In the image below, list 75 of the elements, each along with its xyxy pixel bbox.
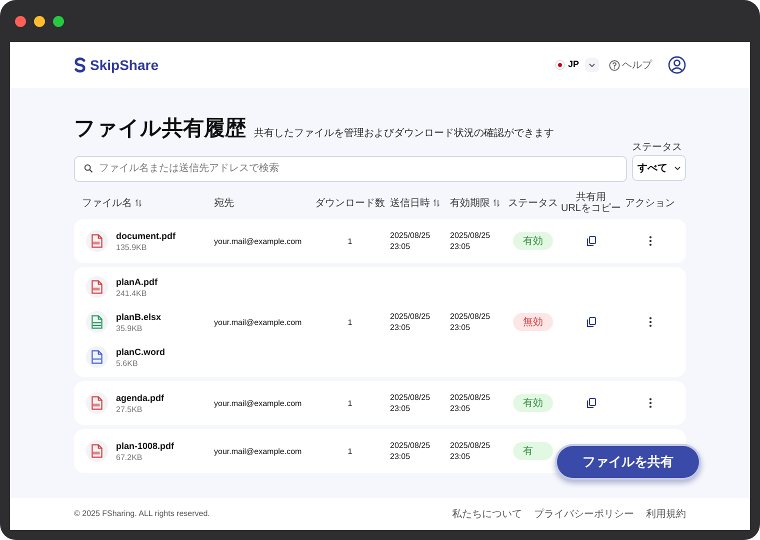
file-icon (86, 311, 108, 333)
copy-icon[interactable] (586, 317, 596, 327)
window-control[interactable] (53, 16, 64, 26)
language-select[interactable]: JP (554, 58, 599, 72)
file-size: 35.9KB (116, 322, 144, 334)
status-badge: 無効 (513, 313, 553, 331)
footer-link[interactable]: プライバシーポリシー (534, 506, 634, 522)
file-name: plan-1008.pdf (116, 440, 174, 452)
status-badge: 有効 (513, 232, 553, 250)
file-icon (86, 230, 108, 252)
more-icon[interactable] (648, 398, 652, 408)
file-name: agenda.pdf (116, 392, 164, 404)
copyright-text: © 2025 FSharing. ALL rights reserved. (74, 508, 210, 520)
more-icon[interactable] (648, 317, 652, 327)
chevron-down-icon (674, 166, 680, 170)
column-header: 宛先 (214, 198, 234, 208)
recipient-email: your.mail@example.com (214, 236, 302, 246)
filter-label: ステータス (632, 143, 683, 153)
share-file-button[interactable]: ファイルを共有 (555, 444, 701, 480)
file-size: 241.4KB (116, 288, 148, 298)
file-name: document.pdf (116, 230, 176, 242)
more-icon[interactable] (648, 236, 652, 246)
flag-icon (554, 60, 565, 70)
file-icon (86, 276, 108, 298)
file-size: 67.2KB (116, 452, 144, 462)
expiry-datetime: 2025/08/25 23:05 (450, 311, 490, 333)
file-name: planA.pdf (116, 276, 158, 288)
window-control[interactable] (34, 16, 45, 26)
footer-link[interactable]: 利用規約 (646, 506, 686, 522)
sent-datetime: 2025/08/25 23:05 (390, 392, 430, 414)
column-header: 共有用 URLをコピー (560, 192, 621, 214)
file-size: 27.5KB (116, 404, 144, 414)
column-header[interactable]: 送信日時 (390, 198, 430, 208)
status-badge: 有 (513, 442, 553, 460)
recipient-email: your.mail@example.com (214, 398, 302, 408)
help-icon (609, 60, 620, 70)
logo-icon (74, 57, 86, 73)
file-icon (86, 440, 108, 462)
user-icon[interactable] (668, 56, 686, 74)
status-dropdown[interactable]: すべて (632, 155, 686, 181)
column-header: ステータス (508, 198, 558, 208)
expiry-datetime: 2025/08/25 23:05 (450, 230, 490, 252)
page-subtitle: 共有したファイルを管理およびダウンロード状況の確認ができます (254, 129, 554, 139)
expiry-datetime: 2025/08/25 23:05 (450, 392, 490, 414)
help-link[interactable]: ヘルプ (609, 58, 652, 72)
logo-text: SkipShare (90, 56, 158, 75)
download-count: 1 (348, 398, 352, 408)
search-field[interactable]: ファイル名または送信先アドレスで検索 (74, 156, 627, 182)
download-count: 1 (348, 446, 352, 456)
copy-icon[interactable] (586, 236, 596, 246)
copy-icon[interactable] (586, 398, 596, 408)
sent-datetime: 2025/08/25 23:05 (390, 230, 430, 252)
expiry-datetime: 2025/08/25 23:05 (450, 440, 490, 462)
file-size: 5.6KB (116, 358, 139, 368)
page-title: ファイル共有履歴 (74, 118, 246, 139)
sent-datetime: 2025/08/25 23:05 (390, 440, 430, 462)
column-header[interactable]: 有効期限 (450, 198, 490, 208)
file-name: planC.word (116, 346, 165, 358)
footer-link[interactable]: 私たちについて (452, 506, 522, 522)
window-control[interactable] (15, 16, 26, 26)
status-badge: 有効 (513, 394, 553, 412)
column-header[interactable]: ファイル名 (82, 198, 132, 208)
download-count: 1 (348, 316, 352, 328)
sent-datetime: 2025/08/25 23:05 (390, 311, 430, 333)
file-icon (86, 346, 108, 368)
file-icon (86, 392, 108, 414)
download-count: 1 (348, 236, 352, 246)
recipient-email: your.mail@example.com (214, 446, 302, 456)
file-name: planB.elsx (116, 310, 162, 322)
recipient-email: your.mail@example.com (214, 316, 302, 328)
column-header: ダウンロード数 (315, 198, 385, 208)
chevron-down-icon (585, 58, 599, 72)
column-header: アクション (625, 198, 675, 208)
file-size: 135.9KB (116, 242, 148, 252)
search-icon (84, 164, 93, 172)
